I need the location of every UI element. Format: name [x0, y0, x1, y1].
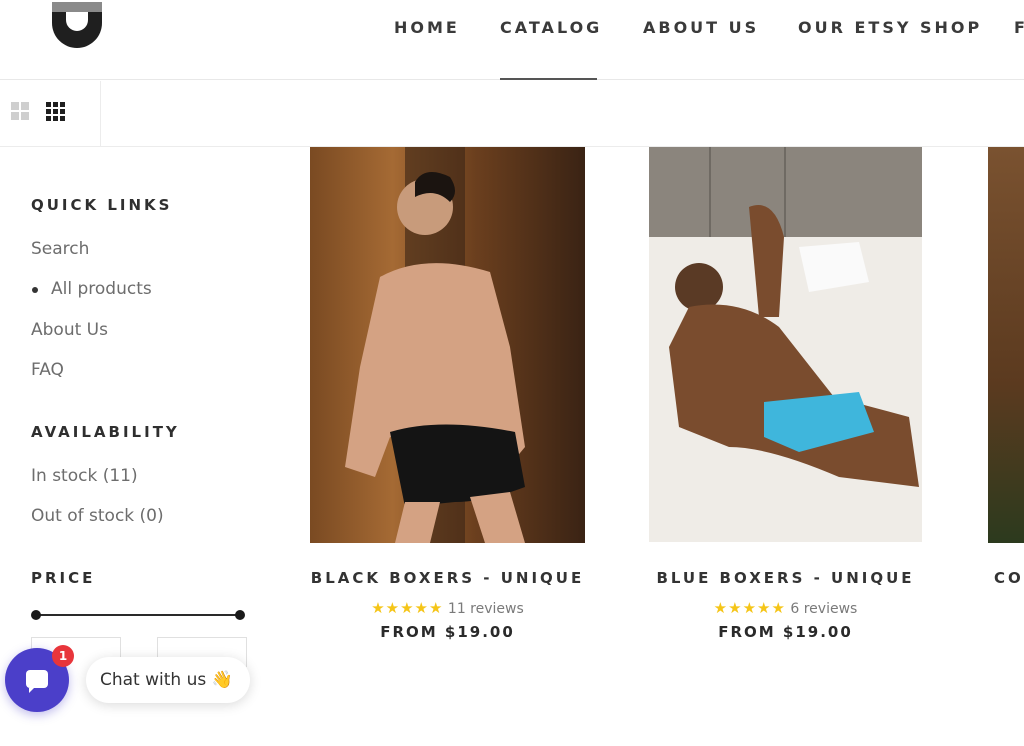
- price-heading: PRICE: [31, 569, 96, 587]
- star-rating-icon: ★★★★★: [371, 599, 444, 617]
- chat-label: Chat with us: [100, 670, 207, 690]
- view-switcher: [0, 81, 101, 147]
- grid-2-icon[interactable]: [11, 102, 29, 120]
- product-price: FROM $19.00: [718, 623, 853, 641]
- chat-bubble-icon: [26, 670, 48, 693]
- availability-heading: AVAILABILITY: [31, 423, 180, 441]
- review-count: 11 reviews: [447, 601, 524, 617]
- product-photo-illustration: [649, 147, 922, 542]
- product-title[interactable]: BLUE BOXERS - UNIQUE: [649, 569, 922, 587]
- quick-links-heading: QUICK LINKS: [31, 196, 173, 214]
- price-slider-min-handle[interactable]: [31, 610, 41, 620]
- nav-about-us[interactable]: ABOUT US: [643, 18, 759, 37]
- product-title[interactable]: BLACK BOXERS - UNIQUE: [310, 569, 585, 587]
- grid-3-icon[interactable]: [46, 102, 66, 122]
- chat-notification-badge: 1: [52, 645, 74, 667]
- product-photo-illustration: [345, 147, 525, 543]
- star-rating-icon: ★★★★★: [713, 599, 786, 617]
- product-image[interactable]: [649, 147, 922, 542]
- price-slider-max-handle[interactable]: [235, 610, 245, 620]
- review-count: 6 reviews: [790, 601, 858, 617]
- active-nav-indicator: [500, 78, 597, 80]
- nav-more[interactable]: F: [1014, 18, 1024, 37]
- product-rating: ★★★★★ 11 reviews: [310, 599, 585, 617]
- nav-etsy-shop[interactable]: OUR ETSY SHOP: [798, 18, 982, 37]
- quick-link-about-us[interactable]: About Us: [31, 320, 108, 340]
- quick-link-faq[interactable]: FAQ: [31, 360, 64, 380]
- catalog-toolbar: [0, 81, 1024, 147]
- site-header: HOME CATALOG ABOUT US OUR ETSY SHOP F: [0, 0, 1024, 80]
- product-title[interactable]: CO: [994, 569, 1024, 587]
- quick-link-all-products[interactable]: All products: [51, 279, 152, 299]
- price-slider-track[interactable]: [36, 614, 240, 616]
- filter-in-stock[interactable]: In stock (11): [31, 466, 138, 486]
- brand-logo[interactable]: [52, 0, 102, 48]
- filter-out-of-stock[interactable]: Out of stock (0): [31, 506, 164, 526]
- waving-hand-icon: 👋: [211, 670, 233, 690]
- quick-link-search[interactable]: Search: [31, 239, 89, 259]
- active-bullet-icon: [32, 287, 38, 293]
- nav-home[interactable]: HOME: [394, 18, 460, 37]
- product-image[interactable]: [310, 147, 585, 543]
- product-image[interactable]: [988, 147, 1024, 543]
- product-price: FROM $19.00: [380, 623, 515, 641]
- product-rating: ★★★★★ 6 reviews: [649, 599, 922, 617]
- nav-catalog[interactable]: CATALOG: [500, 18, 602, 37]
- chat-with-us-prompt[interactable]: Chat with us 👋: [86, 657, 250, 703]
